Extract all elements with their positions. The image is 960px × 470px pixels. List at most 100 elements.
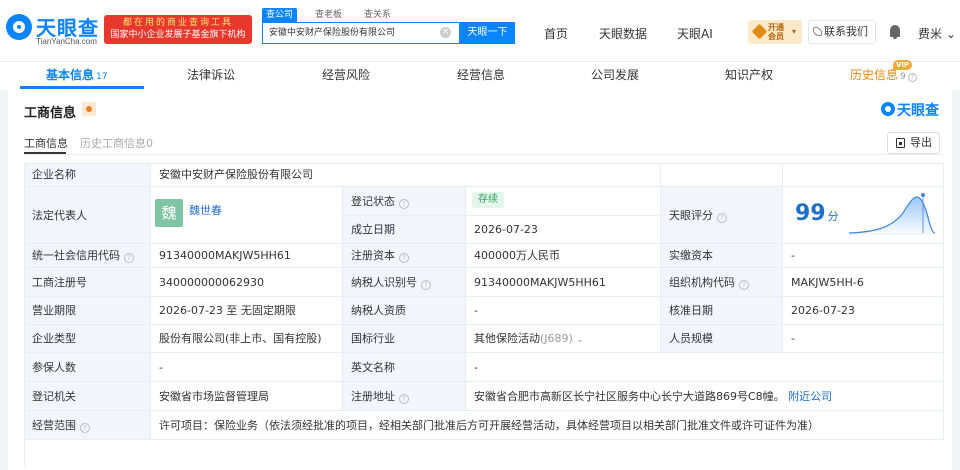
eye-logo-icon xyxy=(881,102,895,116)
value-business-scope: 许可项目：保险业务（依法须经批准的项目，经相关部门批准后方可开展经营活动，具体经… xyxy=(151,411,944,440)
subtab-history-business-info[interactable]: 历史工商信息0 xyxy=(80,135,153,151)
tab-business-risk[interactable]: 经营风险 xyxy=(322,62,370,90)
vip-label: 开通会员 xyxy=(768,23,784,41)
value-credit-code: 91340000MAKJW5HH61 xyxy=(151,244,343,268)
label-company-name: 企业名称 xyxy=(24,163,151,187)
vip-badge: VIP xyxy=(893,60,913,70)
tab-development[interactable]: 公司发展 xyxy=(591,62,639,90)
nav-tianyan-ai[interactable]: 天眼AI xyxy=(677,25,713,42)
value-insured-count: - xyxy=(151,353,343,382)
label-insured-count: 参保人数 xyxy=(24,353,151,382)
value-tax-id: 91340000MAKJW5HH61 xyxy=(466,268,661,297)
search-tab-company[interactable]: 查公司 xyxy=(262,8,298,22)
tab-operation-info[interactable]: 经营信息 xyxy=(457,62,505,90)
help-icon[interactable]: ? xyxy=(907,73,917,82)
help-icon[interactable]: ? xyxy=(124,253,134,263)
nearby-companies-link[interactable]: 附近公司 xyxy=(788,390,832,403)
tab-label: 基本信息 xyxy=(46,68,95,82)
search-button[interactable]: 天眼一下 xyxy=(460,22,515,44)
contact-us-button[interactable]: 联系我们 xyxy=(808,20,876,44)
search-input[interactable]: 安徽中安财产保险股份有限公司 xyxy=(262,22,460,44)
tab-count: 17 xyxy=(96,72,108,82)
value-legal-rep: 魏 魏世春 xyxy=(151,187,343,244)
nav-tianyan-data[interactable]: 天眼数据 xyxy=(599,25,647,42)
empty-cell xyxy=(661,163,783,187)
avatar: 魏 xyxy=(155,199,183,227)
tab-label: 历史信息 xyxy=(850,68,899,82)
value-term: 2026-07-23 至 无固定期限 xyxy=(151,297,343,325)
status-badge: 存续 xyxy=(472,192,504,208)
score-unit: 分 xyxy=(827,210,839,223)
value-org-code: MAKJW5HH-6 xyxy=(783,268,944,297)
label-text: 组织机构代码 xyxy=(669,276,735,289)
value-reg-capital: 400000万人民币 xyxy=(466,244,661,268)
label-paid-capital: 实缴资本 xyxy=(661,244,783,268)
value-approval-date: 2026-07-23 xyxy=(783,297,944,325)
contact-label: 联系我们 xyxy=(824,25,868,38)
top-header: 天眼查 TianYanCha.com 都在用的商业查询工具 国家中小企业发展子基… xyxy=(0,0,960,62)
search-tab-relation[interactable]: 查关系 xyxy=(360,8,395,22)
empty-cell xyxy=(783,163,944,187)
help-icon[interactable]: ? xyxy=(421,280,431,290)
label-reg-address: 注册地址? xyxy=(343,382,466,411)
clear-search-icon[interactable]: × xyxy=(440,27,451,38)
export-label: 导出 xyxy=(910,136,932,149)
label-text: 天眼评分 xyxy=(669,209,713,222)
value-english-name: - xyxy=(466,353,944,382)
help-icon[interactable]: ? xyxy=(80,423,90,433)
label-text: 统一社会信用代码 xyxy=(32,249,120,262)
help-icon[interactable]: ? xyxy=(399,199,409,209)
nav-home[interactable]: 首页 xyxy=(544,25,568,42)
label-tianyan-score: 天眼评分? xyxy=(661,187,783,244)
label-industry: 国标行业 xyxy=(343,325,466,353)
value-company-name: 安徽中安财产保险股份有限公司 xyxy=(151,163,661,187)
label-text: 注册地址 xyxy=(351,390,395,403)
subtab-business-info[interactable]: 工商信息 xyxy=(24,135,68,151)
label-text: 注册资本 xyxy=(351,249,395,262)
user-menu[interactable]: 费米 ⌄ xyxy=(918,25,956,42)
logo-domain: TianYanCha.com xyxy=(36,37,97,46)
value-reg-status: 存续 xyxy=(466,187,661,216)
chevron-down-icon: ⌄ xyxy=(945,27,956,41)
industry-code: (J689) xyxy=(540,332,573,345)
label-approval-date: 核准日期 xyxy=(661,297,783,325)
value-company-type: 股份有限公司(非上市、国有控股) xyxy=(151,325,343,353)
label-reg-number: 工商注册号 xyxy=(24,268,151,297)
bell-icon[interactable] xyxy=(890,25,900,39)
card-title: 工商信息 xyxy=(24,106,77,121)
label-text: 纳税人识别号 xyxy=(351,276,417,289)
eye-logo-icon xyxy=(6,14,32,40)
value-founded: 2026-07-23 xyxy=(466,216,661,244)
vip-membership-button[interactable]: 开通会员 ▾ xyxy=(748,20,802,44)
tab-ip[interactable]: 知识产权 xyxy=(725,62,773,90)
label-text: 登记状态 xyxy=(351,195,395,208)
label-org-code: 组织机构代码? xyxy=(661,268,783,297)
label-term: 营业期限 xyxy=(24,297,151,325)
help-icon[interactable]: ? xyxy=(717,213,727,223)
diamond-icon xyxy=(751,23,768,40)
hot-badge-icon xyxy=(82,102,96,116)
value-reg-number: 340000000062930 xyxy=(151,268,343,297)
search-tab-boss[interactable]: 查老板 xyxy=(311,8,346,22)
help-icon[interactable]: ? xyxy=(399,253,409,263)
business-info-table: 企业名称 安徽中安财产保险股份有限公司 法定代表人 魏 魏世春 登记状态? 存续… xyxy=(24,163,944,467)
legal-rep-link[interactable]: 魏世春 xyxy=(189,201,222,221)
label-tax-id: 纳税人识别号? xyxy=(343,268,466,297)
site-logo[interactable]: 天眼查 TianYanCha.com xyxy=(6,12,102,46)
business-info-card: 工商信息 天眼查 工商信息 历史工商信息0 导出 企业名称 安徽中安财产保险股份… xyxy=(8,90,952,470)
label-english-name: 英文名称 xyxy=(343,353,466,382)
help-icon[interactable]: ? xyxy=(399,394,409,404)
promo-line-2: 国家中小企业发展子基金旗下机构 xyxy=(110,30,246,40)
label-reg-capital: 注册资本? xyxy=(343,244,466,268)
promo-banner[interactable]: 都在用的商业查询工具 国家中小企业发展子基金旗下机构 xyxy=(104,15,252,44)
value-tianyan-score[interactable]: 99 分 xyxy=(783,187,944,244)
tab-count: 9 xyxy=(900,72,906,82)
export-button[interactable]: 导出 xyxy=(887,132,940,154)
value-industry[interactable]: 其他保险活动(J689) ⌄ xyxy=(466,325,661,353)
section-tabs: 基本信息 17 法律诉讼 经营风险 经营信息 公司发展 知识产权 历史信息 9? xyxy=(0,62,960,90)
subtab-divider xyxy=(24,154,944,155)
active-tab-indicator xyxy=(20,86,144,89)
label-legal-rep: 法定代表人 xyxy=(24,187,151,244)
help-icon[interactable]: ? xyxy=(739,280,749,290)
tab-litigation[interactable]: 法律诉讼 xyxy=(187,62,235,90)
